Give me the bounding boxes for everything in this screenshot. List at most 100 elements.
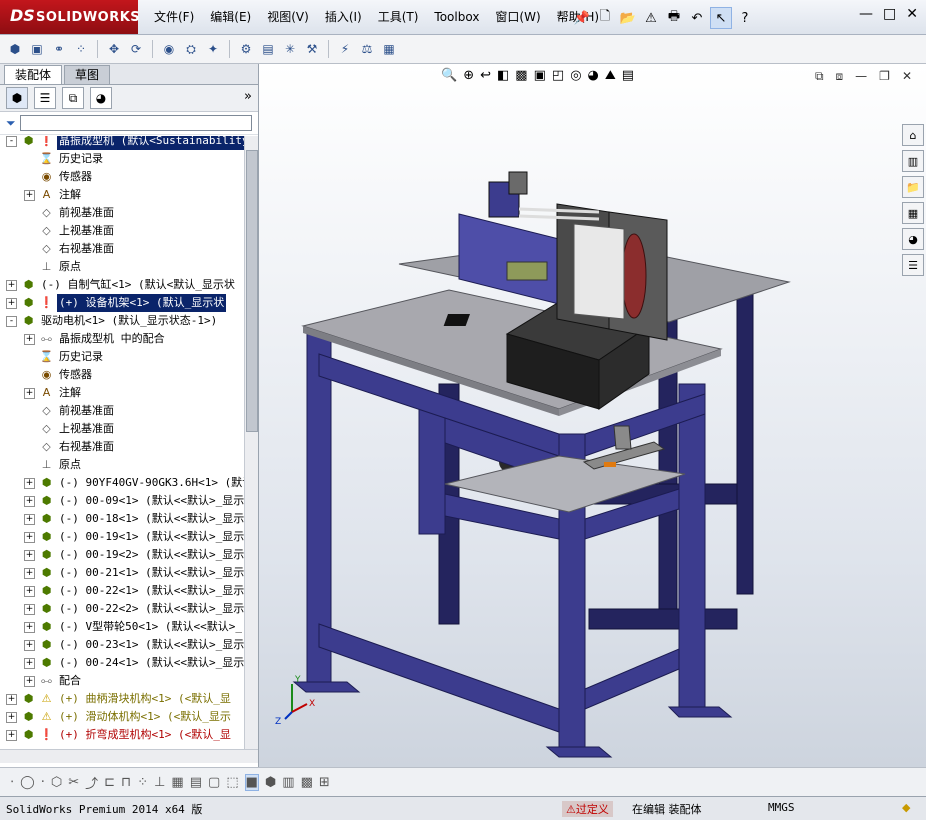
reference-geometry-icon[interactable]: ✦ (204, 40, 222, 58)
pin-icon[interactable]: 📌 (572, 8, 592, 28)
tree-item[interactable]: + ⬢ (-) 00-22<2> (默认<<默认>_显示 (24, 600, 244, 618)
units-status[interactable]: MMGS (768, 801, 795, 814)
new-motion-study-icon[interactable]: ⚙ (237, 40, 255, 58)
maximize-button[interactable]: □ (883, 6, 896, 22)
smart-dimension-icon[interactable]: ⋅ (10, 775, 14, 790)
tree-item[interactable]: + ⬢ (-) 自制气缸<1> (默认<默认_显示状 (6, 276, 237, 294)
tree-item[interactable]: + A 注解 (24, 384, 83, 402)
table-icon[interactable]: ⊞ (319, 775, 330, 790)
tree-item[interactable]: + ⬢ (-) 00-19<2> (默认<<默认>_显示 (24, 546, 244, 564)
circle-icon[interactable]: ◯ (20, 775, 35, 790)
shaded-cube-icon[interactable]: ■ (244, 773, 259, 791)
tree-item[interactable]: + ⬢ (-) 00-24<1> (默认<<默认>_显示 (24, 654, 244, 672)
tree-item[interactable]: + ⬢ (-) V型带轮50<1> (默认<<默认>_ (24, 618, 244, 636)
expand-toggle-icon[interactable]: + (24, 189, 35, 201)
tree-item[interactable]: + ⬢ (-) 90YF40GV-90GK3.6H<1> (默认 (24, 474, 244, 492)
expand-more-icon[interactable]: » (244, 89, 252, 104)
open-folder-icon[interactable]: 📂 (618, 8, 638, 28)
layout-icon[interactable]: ▥ (282, 775, 294, 790)
tree-item[interactable]: + ⬢ (-) 00-21<1> (默认<<默认>_显示 (24, 564, 244, 582)
tree-item[interactable]: ◇ 右视基准面 (24, 240, 116, 258)
tree-item[interactable]: ◇ 右视基准面 (24, 438, 116, 456)
pattern-icon[interactable]: ⁘ (72, 40, 90, 58)
menu-file[interactable]: 文件(F) (146, 0, 202, 34)
tree-item[interactable]: + ⬢ ❗ (+) 折弯成型机构<1> (<默认_显 (6, 726, 233, 744)
scroll-thumb[interactable] (246, 150, 258, 432)
box-icon[interactable]: ▢ (208, 775, 220, 790)
expand-toggle-icon[interactable]: + (6, 729, 17, 741)
tree-item[interactable]: ◉ 传感器 (24, 366, 94, 384)
tree-item[interactable]: ◇ 前视基准面 (24, 204, 116, 222)
add-relation-icon[interactable]: ⊥ (154, 775, 165, 790)
collapse-toggle-icon[interactable]: - (6, 136, 17, 147)
tag-icon[interactable]: ◆ (902, 801, 910, 814)
point-icon[interactable]: · (41, 775, 45, 790)
polygon-icon[interactable]: ⬡ (51, 775, 62, 790)
expand-toggle-icon[interactable]: + (24, 477, 35, 489)
menu-tools[interactable]: 工具(T) (370, 0, 427, 34)
tree-item[interactable]: - ⬢ ❗ 晶振成型机 (默认<Sustainability (6, 136, 244, 150)
tree-item[interactable]: + ⬢ (-) 00-19<1> (默认<<默认>_显示 (24, 528, 244, 546)
tree-item[interactable]: ◇ 前视基准面 (24, 402, 116, 420)
tree-item[interactable]: ⌛ 历史记录 (24, 150, 105, 168)
graphics-area[interactable]: 🔍 ⊕ ↩ ◧ ▩ ▣ ◰ ◎ ◕ ⛰ ▤ ⧉ ⧈ — ❐ ✕ ⌂ ▥ 📁 ▦ … (259, 64, 926, 767)
help-icon[interactable]: ? (735, 8, 755, 28)
tree-item[interactable]: ◇ 上视基准面 (24, 420, 116, 438)
configuration-manager-icon[interactable]: ⧉ (62, 87, 84, 109)
clearance-verification-icon[interactable]: ⚖ (358, 40, 376, 58)
menu-toolbox[interactable]: Toolbox (426, 0, 487, 34)
expand-toggle-icon[interactable]: + (6, 297, 17, 309)
tree-item[interactable]: + ⧟ 晶振成型机 中的配合 (24, 330, 167, 348)
grid-icon[interactable]: ▦ (171, 775, 183, 790)
tree-item[interactable]: + ⬢ (-) 00-18<1> (默认<<默认>_显示 (24, 510, 244, 528)
tree-item[interactable]: ⊥ 原点 (24, 258, 83, 276)
close-button[interactable]: ✕ (906, 6, 918, 22)
minimize-button[interactable]: — (859, 6, 873, 22)
exploded-view-icon[interactable]: ✳ (281, 40, 299, 58)
expand-toggle-icon[interactable]: + (24, 495, 35, 507)
assembly-features-icon[interactable]: ⛭ (182, 40, 200, 58)
select-arrow-icon[interactable]: ↖ (710, 7, 732, 29)
expand-toggle-icon[interactable]: + (24, 639, 35, 651)
undo-icon[interactable]: ↶ (687, 8, 707, 28)
collapse-toggle-icon[interactable]: - (6, 315, 17, 327)
expand-toggle-icon[interactable]: + (24, 675, 35, 687)
expand-toggle-icon[interactable]: + (24, 387, 35, 399)
expand-toggle-icon[interactable]: + (24, 621, 35, 633)
expand-toggle-icon[interactable]: + (24, 657, 35, 669)
tree-item[interactable]: - ⬢ 驱动电机<1> (默认_显示状态-1>) (6, 312, 219, 330)
menu-edit[interactable]: 编辑(E) (202, 0, 259, 34)
expand-toggle-icon[interactable]: + (24, 567, 35, 579)
tree-item[interactable]: + ⬢ (-) 00-22<1> (默认<<默认>_显示 (24, 582, 244, 600)
expand-toggle-icon[interactable]: + (6, 279, 17, 291)
expand-toggle-icon[interactable]: + (6, 693, 17, 705)
menu-view[interactable]: 视图(V) (259, 0, 317, 34)
insert-component-icon[interactable]: ⬢ (6, 40, 24, 58)
tree-item[interactable]: + ⬢ ⚠ (+) 曲柄滑块机构<1> (<默认_显 (6, 690, 233, 708)
trim-icon[interactable]: ✂ (68, 775, 79, 790)
tab-sketch[interactable]: 草图 (64, 65, 111, 84)
expand-toggle-icon[interactable]: + (24, 513, 35, 525)
bill-of-materials-icon[interactable]: ▤ (259, 40, 277, 58)
property-manager-icon[interactable]: ☰ (34, 87, 56, 109)
expand-toggle-icon[interactable]: + (24, 549, 35, 561)
tree-item[interactable]: + ⬢ (-) 00-23<1> (默认<<默认>_显示 (24, 636, 244, 654)
offset-icon[interactable]: ⊏ (104, 775, 115, 790)
tree-horizontal-scrollbar[interactable] (0, 749, 258, 763)
expand-toggle-icon[interactable]: + (24, 603, 35, 615)
over-defined-status[interactable]: ⚠过定义 (562, 801, 613, 817)
layer-icon[interactable]: ▤ (190, 775, 202, 790)
tree-vertical-scrollbar[interactable] (244, 136, 258, 749)
filter-input[interactable] (19, 115, 252, 131)
feature-manager-icon[interactable]: ⬢ (6, 87, 28, 109)
expand-toggle-icon[interactable]: + (24, 531, 35, 543)
mate-icon[interactable]: ⚭ (50, 40, 68, 58)
expand-toggle-icon[interactable]: + (24, 585, 35, 597)
panel-icon[interactable]: ▩ (301, 775, 313, 790)
filter-icon[interactable]: ⏷ (6, 116, 16, 131)
show-hidden-icon[interactable]: ◉ (160, 40, 178, 58)
expand-toggle-icon[interactable]: + (24, 333, 35, 345)
tree-item[interactable]: ◉ 传感器 (24, 168, 94, 186)
mirror-icon[interactable]: ⊓ (121, 775, 131, 790)
interference-detection-icon[interactable]: ⚡ (336, 40, 354, 58)
